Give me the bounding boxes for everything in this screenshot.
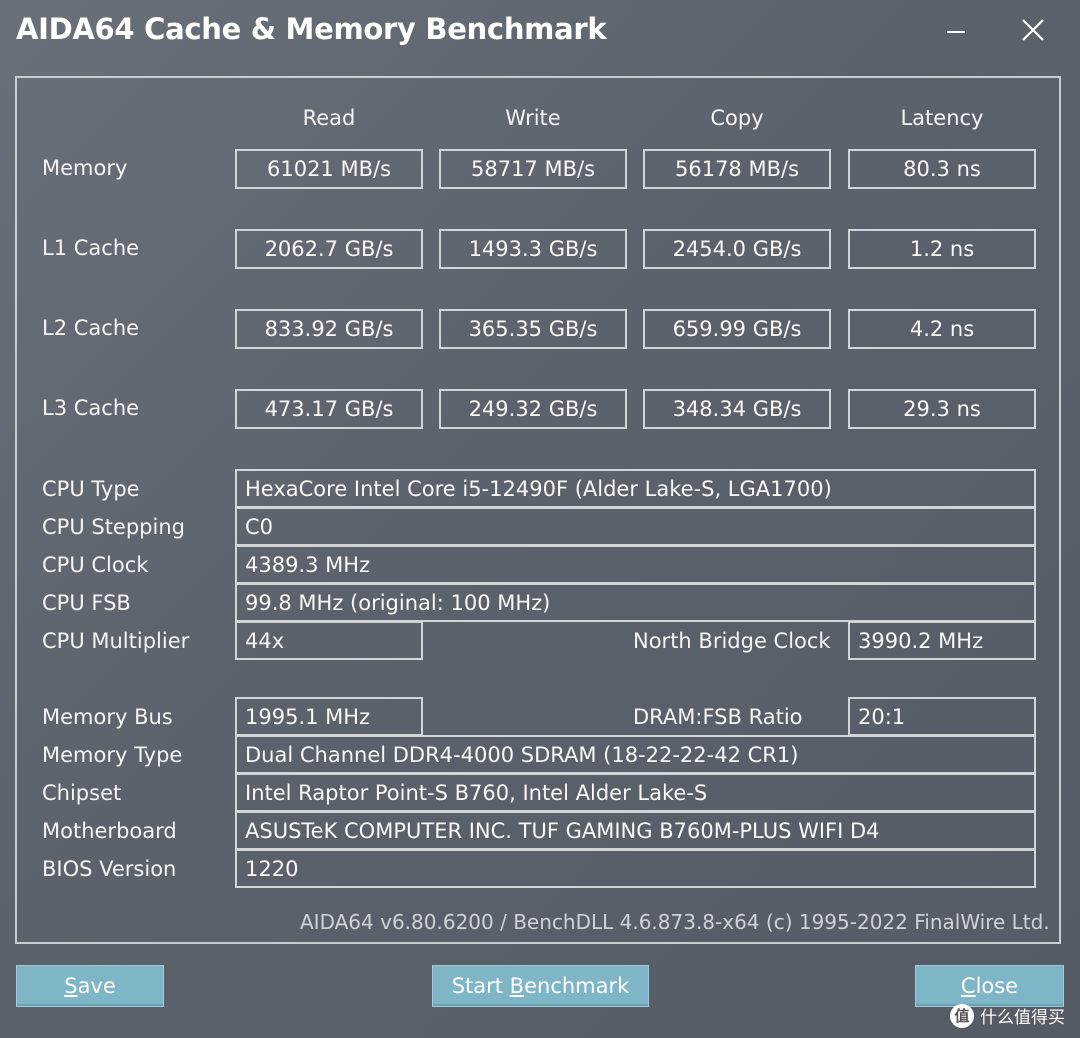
l3-copy-value: 348.34 GB/s — [643, 389, 831, 429]
dram-fsb-ratio-label: DRAM:FSB Ratio — [633, 705, 803, 729]
l2-read-value: 833.92 GB/s — [235, 309, 423, 349]
cpu-clock-value: 4389.3 MHz — [235, 545, 1036, 584]
l2-write-value: 365.35 GB/s — [439, 309, 627, 349]
memory-copy-value: 56178 MB/s — [643, 149, 831, 189]
minimize-icon — [947, 31, 965, 33]
motherboard-label: Motherboard — [42, 819, 177, 843]
l1-latency-value: 1.2 ns — [848, 229, 1036, 269]
cpu-type-label: CPU Type — [42, 477, 140, 501]
window-title: AIDA64 Cache & Memory Benchmark — [16, 12, 607, 46]
start-benchmark-mnemonic: B — [509, 974, 525, 998]
column-header-latency: Latency — [900, 106, 984, 130]
l1-copy-value: 2454.0 GB/s — [643, 229, 831, 269]
l2-latency-value: 4.2 ns — [848, 309, 1036, 349]
watermark-logo: 值 — [950, 1003, 974, 1028]
close-button-label: lose — [975, 974, 1019, 998]
cpu-multiplier-label: CPU Multiplier — [42, 629, 190, 653]
start-benchmark-label-prefix: Start — [451, 974, 510, 998]
memory-latency-value: 80.3 ns — [848, 149, 1036, 189]
start-benchmark-label-suffix: enchmark — [524, 974, 630, 998]
dram-fsb-ratio-value: 20:1 — [848, 697, 1036, 736]
memory-write-value: 58717 MB/s — [439, 149, 627, 189]
watermark-text: 什么值得买 — [980, 1008, 1065, 1028]
l3-write-value: 249.32 GB/s — [439, 389, 627, 429]
cpu-fsb-value: 99.8 MHz (original: 100 MHz) — [235, 583, 1036, 622]
column-header-copy: Copy — [710, 106, 764, 130]
row-label-l3-cache: L3 Cache — [42, 396, 140, 420]
bios-version-value: 1220 — [235, 849, 1036, 888]
start-benchmark-button[interactable]: Start Benchmark — [432, 965, 649, 1007]
l2-copy-value: 659.99 GB/s — [643, 309, 831, 349]
close-button[interactable]: Close — [915, 965, 1064, 1007]
cpu-clock-label: CPU Clock — [42, 553, 149, 577]
cpu-stepping-value: C0 — [235, 507, 1036, 546]
close-button-mnemonic: C — [960, 974, 976, 998]
cpu-multiplier-value: 44x — [235, 621, 423, 660]
save-button-label: ave — [77, 974, 116, 998]
motherboard-value: ASUSTeK COMPUTER INC. TUF GAMING B760M-P… — [235, 811, 1036, 850]
memory-bus-label: Memory Bus — [42, 705, 173, 729]
cpu-fsb-label: CPU FSB — [42, 591, 131, 615]
column-header-write: Write — [505, 106, 561, 130]
cpu-type-value: HexaCore Intel Core i5-12490F (Alder Lak… — [235, 469, 1036, 508]
l3-latency-value: 29.3 ns — [848, 389, 1036, 429]
memory-type-value: Dual Channel DDR4-4000 SDRAM (18-22-22-4… — [235, 735, 1036, 774]
minimize-button[interactable] — [936, 10, 976, 50]
row-label-l2-cache: L2 Cache — [42, 316, 140, 340]
version-footer: AIDA64 v6.80.6200 / BenchDLL 4.6.873.8-x… — [300, 910, 1050, 934]
bios-version-label: BIOS Version — [42, 857, 177, 881]
save-button-mnemonic: S — [64, 974, 78, 998]
memory-read-value: 61021 MB/s — [235, 149, 423, 189]
cpu-stepping-label: CPU Stepping — [42, 515, 185, 539]
close-window-button[interactable] — [1013, 10, 1053, 50]
close-icon — [1022, 19, 1044, 41]
north-bridge-clock-label: North Bridge Clock — [633, 629, 831, 653]
chipset-label: Chipset — [42, 781, 122, 805]
memory-type-label: Memory Type — [42, 743, 183, 767]
save-button[interactable]: Save — [16, 965, 164, 1007]
watermark: 值 什么值得买 — [950, 1003, 1065, 1028]
row-label-l1-cache: L1 Cache — [42, 236, 140, 260]
memory-bus-value: 1995.1 MHz — [235, 697, 423, 736]
north-bridge-clock-value: 3990.2 MHz — [848, 621, 1036, 660]
l1-write-value: 1493.3 GB/s — [439, 229, 627, 269]
column-header-read: Read — [302, 106, 356, 130]
l1-read-value: 2062.7 GB/s — [235, 229, 423, 269]
l3-read-value: 473.17 GB/s — [235, 389, 423, 429]
chipset-value: Intel Raptor Point-S B760, Intel Alder L… — [235, 773, 1036, 812]
row-label-memory: Memory — [42, 156, 128, 180]
